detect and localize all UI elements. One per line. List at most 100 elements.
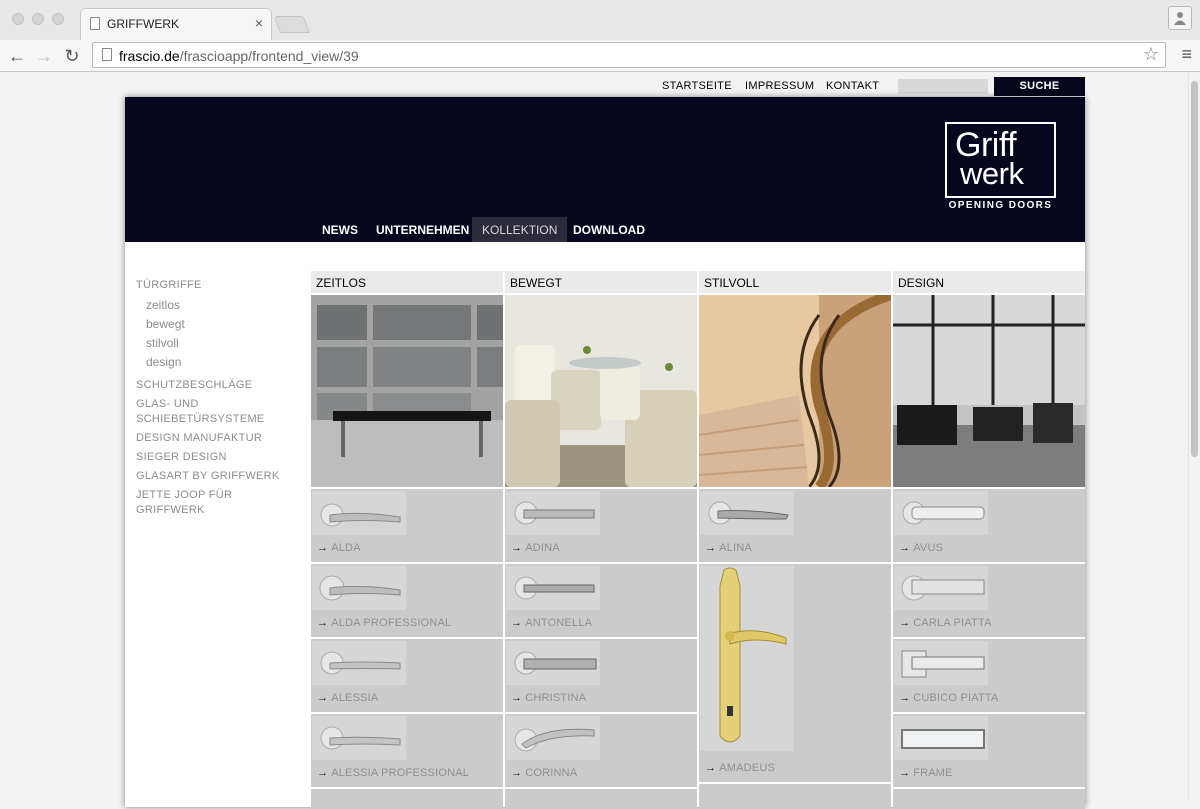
page-scrollbar[interactable] (1188, 73, 1200, 800)
griffwerk-logo[interactable]: Griff werk (945, 122, 1056, 198)
nav-news[interactable]: NEWS (322, 217, 358, 242)
tab-title: GRIFFWERK (107, 17, 179, 31)
handle-image (894, 566, 988, 610)
close-window-button[interactable] (12, 13, 24, 25)
spiral-staircase-image (699, 295, 891, 487)
handle-image (506, 716, 600, 760)
minimize-window-button[interactable] (32, 13, 44, 25)
close-tab-icon[interactable]: × (255, 15, 263, 31)
nav-unternehmen[interactable]: UNTERNEHMEN (376, 217, 469, 242)
product-adina[interactable]: → ADINA (505, 489, 697, 562)
sidebar-item-glas-line2[interactable]: SCHIEBETÜRSYSTEME (136, 412, 265, 427)
handle-image (506, 566, 600, 610)
product-row-partial[interactable] (311, 789, 503, 809)
handle-image (894, 491, 988, 535)
arrow-right-icon: → (317, 692, 329, 704)
bewegt-photo[interactable] (505, 295, 697, 487)
menu-icon[interactable]: ≡ (1181, 44, 1192, 65)
arrow-right-icon: → (317, 542, 329, 554)
product-corinna[interactable]: → CORINNA (505, 714, 697, 787)
sidebar-heading-tuergriffe[interactable]: TÜRGRIFFE (136, 278, 202, 293)
sidebar-item-design[interactable]: design (146, 355, 181, 370)
sidebar-item-zeitlos[interactable]: zeitlos (146, 298, 180, 313)
site-container: Griff werk OPENING DOORS NEWS UNTERNEHME… (125, 97, 1085, 809)
page-icon (102, 48, 112, 61)
door-plate-handle-image (700, 566, 794, 751)
arrow-right-icon: → (317, 617, 329, 629)
zeitlos-photo[interactable] (311, 295, 503, 487)
arrow-right-icon: → (899, 542, 911, 554)
product-alessia-professional[interactable]: → ALESSIA PROFESSIONAL (311, 714, 503, 787)
search-input[interactable] (898, 79, 988, 94)
browser-tab[interactable]: GRIFFWERK × (80, 8, 272, 40)
product-frame[interactable]: → FRAME (893, 714, 1085, 787)
nav-kollektion[interactable]: KOLLEKTION (472, 217, 568, 242)
bookmark-star-icon[interactable]: ☆ (1143, 44, 1159, 65)
product-amadeus[interactable]: → AMADEUS (699, 564, 891, 782)
column-header-zeitlos[interactable]: ZEITLOS (311, 271, 503, 293)
sidebar-item-stilvoll[interactable]: stilvoll (146, 336, 179, 351)
handle-image (506, 491, 600, 535)
browser-titlebar: GRIFFWERK × (0, 0, 1200, 40)
stilvoll-photo[interactable] (699, 295, 891, 487)
arrow-right-icon: → (705, 542, 717, 554)
forward-arrow-icon[interactable]: → (32, 44, 56, 68)
search-button[interactable]: SUCHE (994, 77, 1085, 96)
column-header-bewegt[interactable]: BEWEGT (505, 271, 697, 293)
arrow-right-icon: → (511, 617, 523, 629)
product-avus[interactable]: → AVUS (893, 489, 1085, 562)
sidebar-item-glasart[interactable]: GLASART BY GRIFFWERK (136, 469, 280, 484)
page-icon (90, 17, 100, 30)
product-alessia[interactable]: → ALESSIA (311, 639, 503, 712)
arrow-right-icon: → (899, 767, 911, 779)
arrow-right-icon: → (511, 542, 523, 554)
sidebar-item-jette-joop-line2[interactable]: GRIFFWERK (136, 503, 205, 518)
product-row-partial[interactable] (893, 789, 1085, 809)
arrow-right-icon: → (511, 692, 523, 704)
nav-impressum[interactable]: IMPRESSUM (745, 80, 814, 92)
sidebar-item-design-manufaktur[interactable]: DESIGN MANUFAKTUR (136, 431, 262, 446)
design-photo[interactable] (893, 295, 1085, 487)
arrow-right-icon: → (899, 692, 911, 704)
handle-image (894, 641, 988, 685)
sidebar-item-glas-line1[interactable]: GLAS- UND (136, 397, 199, 412)
product-alda[interactable]: → ALDA (311, 489, 503, 562)
product-christina[interactable]: → CHRISTINA (505, 639, 697, 712)
person-icon (1174, 12, 1186, 25)
profile-button[interactable] (1168, 6, 1192, 30)
product-carla-piatta[interactable]: → CARLA PIATTA (893, 564, 1085, 637)
sidebar-item-jette-joop-line1[interactable]: JETTE JOOP FÜR (136, 488, 232, 503)
zoom-window-button[interactable] (52, 13, 64, 25)
handle-image (894, 716, 988, 760)
site-header: Griff werk OPENING DOORS NEWS UNTERNEHME… (125, 97, 1085, 242)
url-text: frascio.de/frascioapp/frontend_view/39 (119, 48, 359, 64)
back-arrow-icon[interactable]: ← (5, 44, 29, 68)
column-header-design[interactable]: DESIGN (893, 271, 1085, 293)
product-antonella[interactable]: → ANTONELLA (505, 564, 697, 637)
address-bar[interactable]: frascio.de/frascioapp/frontend_view/39 ☆ (92, 42, 1166, 68)
lobby-bench-image (311, 295, 503, 487)
sidebar-item-schutzbeschlaege[interactable]: SCHUTZBESCHLÄGE (136, 378, 252, 393)
arrow-right-icon: → (705, 762, 717, 774)
sidebar-item-sieger-design[interactable]: SIEGER DESIGN (136, 450, 227, 465)
product-row-partial[interactable] (699, 784, 891, 809)
column-header-stilvoll[interactable]: STILVOLL (699, 271, 891, 293)
product-cubico-piatta[interactable]: → CUBICO PIATTA (893, 639, 1085, 712)
handle-image (312, 566, 406, 610)
logo-tagline: OPENING DOORS (948, 200, 1053, 211)
product-alina[interactable]: → ALINA (699, 489, 891, 562)
handle-image (312, 716, 406, 760)
sidebar-item-bewegt[interactable]: bewegt (146, 317, 185, 332)
reload-icon[interactable]: ↻ (60, 44, 84, 68)
nav-kontakt[interactable]: KONTAKT (826, 80, 879, 92)
arrow-right-icon: → (899, 617, 911, 629)
nav-startseite[interactable]: STARTSEITE (662, 80, 732, 92)
new-tab-button[interactable] (273, 16, 311, 33)
handle-image (312, 641, 406, 685)
product-row-partial[interactable] (505, 789, 697, 809)
nav-download[interactable]: DOWNLOAD (573, 217, 645, 242)
product-alda-professional[interactable]: → ALDA PROFESSIONAL (311, 564, 503, 637)
handle-image (506, 641, 600, 685)
lounge-chairs-image (505, 295, 697, 487)
scrollbar-thumb[interactable] (1191, 81, 1198, 457)
